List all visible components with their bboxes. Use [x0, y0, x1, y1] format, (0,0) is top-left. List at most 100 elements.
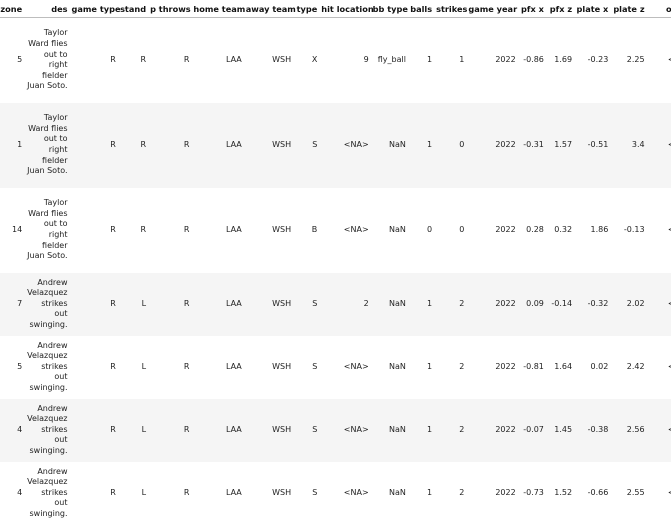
- cell-type: S: [295, 272, 322, 336]
- cell-pfx-z: 1.69: [554, 54, 573, 64]
- cell-type: S: [312, 487, 318, 497]
- cell-home-team: LAA: [193, 272, 246, 336]
- cell-type: X: [311, 54, 318, 64]
- cell-pfx-x: -0.73: [523, 487, 544, 497]
- cell-hit-location: 9: [363, 54, 369, 64]
- cell-zone: 5: [17, 54, 23, 64]
- table-row: 7 Andrew Velazquez strikes out swinging.…: [0, 272, 671, 336]
- table-row: 5 Andrew Velazquez strikes out swinging.…: [0, 336, 671, 399]
- cell-strikes: 2: [459, 487, 465, 497]
- cell-bb-type: NaN: [372, 398, 410, 462]
- cell-p-throws: R: [183, 487, 190, 497]
- cell-des: Andrew Velazquez strikes out swinging.: [26, 272, 72, 336]
- column-header[interactable]: away team: [245, 0, 296, 18]
- cell-balls: 1: [427, 54, 433, 64]
- cell-stand: R: [119, 102, 151, 188]
- cell-balls: 1: [409, 272, 437, 336]
- cell-pfx-z: -0.14: [547, 272, 577, 336]
- cell-plate-x: -0.51: [576, 102, 613, 188]
- cell-pfx-z: 1.64: [554, 361, 573, 371]
- cell-balls: 1: [409, 102, 437, 188]
- cell-balls: 1: [409, 398, 437, 462]
- cell-hit-location: <NA>: [343, 487, 369, 497]
- column-header[interactable]: on 3: [648, 0, 671, 18]
- cell-strikes: 1: [459, 54, 465, 64]
- cell-home-team: LAA: [225, 54, 242, 64]
- cell-des: Andrew Velazquez strikes out swinging.: [26, 398, 72, 462]
- cell-p-throws: R: [183, 361, 190, 371]
- table-row: 4 Andrew Velazquez strikes out swinging.…: [0, 398, 671, 462]
- cell-p-throws: R: [150, 272, 194, 336]
- cell-p-throws: R: [183, 224, 190, 234]
- table-row: 5 Taylor Ward flies out to right fielder…: [0, 18, 671, 103]
- cell-on-3: <NA: [648, 102, 671, 188]
- cell-type: S: [295, 102, 322, 188]
- cell-on-3: <NA: [649, 18, 671, 103]
- cell-stand: L: [141, 487, 147, 497]
- column-header[interactable]: game type: [71, 0, 121, 18]
- cell-away-team: WSH: [272, 361, 292, 371]
- column-header[interactable]: type: [295, 0, 322, 18]
- cell-game-type: R: [71, 102, 120, 188]
- cell-zone: 7: [0, 272, 27, 336]
- cell-pfx-x: -0.07: [519, 398, 548, 462]
- cell-game-year: 2022: [468, 398, 520, 462]
- cell-game-type: R: [110, 54, 116, 64]
- cell-plate-z: 3.4: [612, 102, 649, 188]
- cell-zone: 14: [12, 224, 23, 234]
- cell-zone: 1: [0, 102, 27, 188]
- cell-game-year: 2022: [468, 272, 520, 336]
- column-header[interactable]: home team: [193, 0, 246, 18]
- cell-on-3: <NA: [649, 188, 671, 273]
- table-row: 14 Taylor Ward flies out to right fielde…: [0, 188, 671, 273]
- cell-bb-type: NaN: [389, 224, 406, 234]
- column-header[interactable]: des: [26, 0, 72, 18]
- cell-game-year: 2022: [495, 361, 516, 371]
- cell-home-team: LAA: [225, 361, 242, 371]
- column-header[interactable]: hit location: [321, 0, 374, 18]
- cell-away-team: WSH: [245, 398, 296, 462]
- cell-pfx-z: 0.32: [554, 224, 573, 234]
- cell-pfx-z: 1.45: [547, 398, 577, 462]
- column-header[interactable]: bb type: [372, 0, 410, 18]
- cell-pfx-x: -0.81: [523, 361, 544, 371]
- cell-stand: R: [140, 54, 147, 64]
- cell-hit-location: 2: [321, 272, 373, 336]
- column-header[interactable]: plate x: [576, 0, 613, 18]
- cell-des: Taylor Ward flies out to right fielder J…: [26, 102, 72, 188]
- column-header[interactable]: p throws: [150, 0, 194, 18]
- cell-des: Andrew Velazquez strikes out swinging.: [27, 340, 68, 392]
- cell-p-throws: R: [150, 398, 194, 462]
- cell-hit-location: <NA>: [343, 224, 369, 234]
- cell-on-3: <NA: [648, 398, 671, 462]
- column-header[interactable]: zone: [0, 0, 27, 18]
- column-header[interactable]: stand: [119, 0, 151, 18]
- column-header[interactable]: game year: [468, 0, 520, 18]
- table-row: 1 Taylor Ward flies out to right fielder…: [0, 102, 671, 188]
- cell-pfx-x: -0.31: [519, 102, 548, 188]
- cell-plate-z: -0.13: [623, 224, 645, 234]
- cell-plate-z: 2.02: [612, 272, 649, 336]
- column-header[interactable]: strikes: [436, 0, 469, 18]
- cell-hit-location: <NA>: [343, 361, 369, 371]
- cell-plate-z: 2.55: [626, 487, 645, 497]
- column-header[interactable]: balls: [409, 0, 437, 18]
- column-header[interactable]: pfx z: [547, 0, 577, 18]
- cell-pfx-z: 1.57: [547, 102, 577, 188]
- cell-game-type: R: [110, 361, 116, 371]
- cell-game-year: 2022: [495, 224, 516, 234]
- column-header[interactable]: plate z: [612, 0, 649, 18]
- cell-stand: L: [141, 361, 147, 371]
- cell-des: Taylor Ward flies out to right fielder J…: [27, 198, 68, 261]
- cell-game-year: 2022: [468, 102, 520, 188]
- cell-stand: R: [140, 224, 147, 234]
- cell-plate-x: -0.23: [587, 54, 609, 64]
- column-header[interactable]: pfx x: [519, 0, 548, 18]
- cell-away-team: WSH: [272, 54, 292, 64]
- cell-des: Taylor Ward flies out to right fielder J…: [27, 28, 68, 91]
- cell-stand: L: [119, 272, 151, 336]
- cell-home-team: LAA: [193, 102, 246, 188]
- cell-bb-type: NaN: [372, 102, 410, 188]
- cell-pfx-z: 1.52: [554, 487, 573, 497]
- cell-bb-type: NaN: [389, 487, 406, 497]
